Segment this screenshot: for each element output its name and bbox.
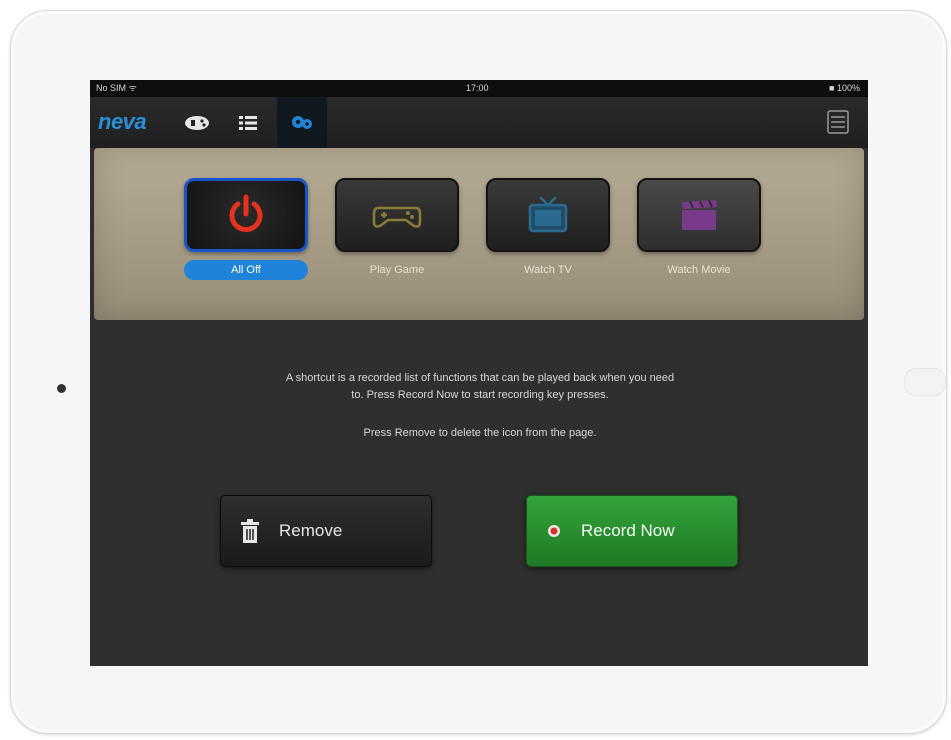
camera-icon — [57, 384, 66, 393]
status-time: 17:00 — [466, 83, 489, 93]
tab-remote[interactable] — [172, 97, 222, 148]
shortcut-watch-movie[interactable]: Watch Movie — [637, 178, 761, 280]
battery-indicator: ■ 100% — [829, 83, 860, 93]
grid-button[interactable] — [826, 109, 850, 135]
shortcut-play-game[interactable]: Play Game — [335, 178, 459, 280]
app-toolbar: neva — [90, 97, 868, 148]
shortcut-label: Watch TV — [524, 264, 572, 276]
shortcut-all-off[interactable]: All Off — [184, 178, 308, 280]
info-text: A shortcut is a recorded list of functio… — [200, 370, 760, 404]
tab-shortcuts[interactable] — [277, 97, 327, 148]
record-icon — [547, 524, 561, 538]
power-icon — [229, 194, 263, 232]
remote-icon — [185, 115, 209, 130]
record-button-label: Record Now — [581, 521, 675, 540]
shortcut-label: All Off — [184, 260, 308, 280]
shortcut-shelf: All Off Play Game Watch TV Watch Movie — [94, 148, 864, 320]
info-line: to. Press Record Now to start recording … — [351, 389, 609, 401]
shortcut-label: Watch Movie — [667, 264, 731, 276]
record-now-button[interactable]: Record Now — [526, 495, 738, 567]
remove-button[interactable]: Remove — [220, 495, 432, 567]
status-bar: No SIM ᯤ 17:00 ■ 100% — [90, 80, 868, 97]
shortcut-tile[interactable] — [637, 178, 761, 252]
grid-icon — [827, 110, 849, 134]
carrier-text: No SIM ᯤ — [96, 83, 137, 93]
info-remove-hint: Press Remove to delete the icon from the… — [363, 427, 597, 439]
shortcut-label: Play Game — [369, 264, 425, 276]
remove-button-label: Remove — [279, 521, 343, 540]
app-screen: No SIM ᯤ 17:00 ■ 100% neva All Off Play … — [90, 80, 868, 666]
shortcut-watch-tv[interactable]: Watch TV — [486, 178, 610, 280]
shortcut-tile[interactable] — [335, 178, 459, 252]
tv-icon — [528, 196, 568, 233]
app-logo: neva — [98, 109, 147, 134]
list-icon — [239, 115, 257, 130]
info-line: A shortcut is a recorded list of functio… — [285, 372, 675, 384]
trash-icon — [241, 519, 259, 543]
gamepad-icon — [372, 206, 422, 228]
home-button[interactable] — [904, 368, 946, 396]
shortcuts-icon — [292, 115, 312, 129]
tab-list[interactable] — [223, 97, 273, 148]
shortcut-tile[interactable] — [486, 178, 610, 252]
movie-icon — [682, 200, 717, 230]
shortcut-tile[interactable] — [184, 178, 308, 252]
